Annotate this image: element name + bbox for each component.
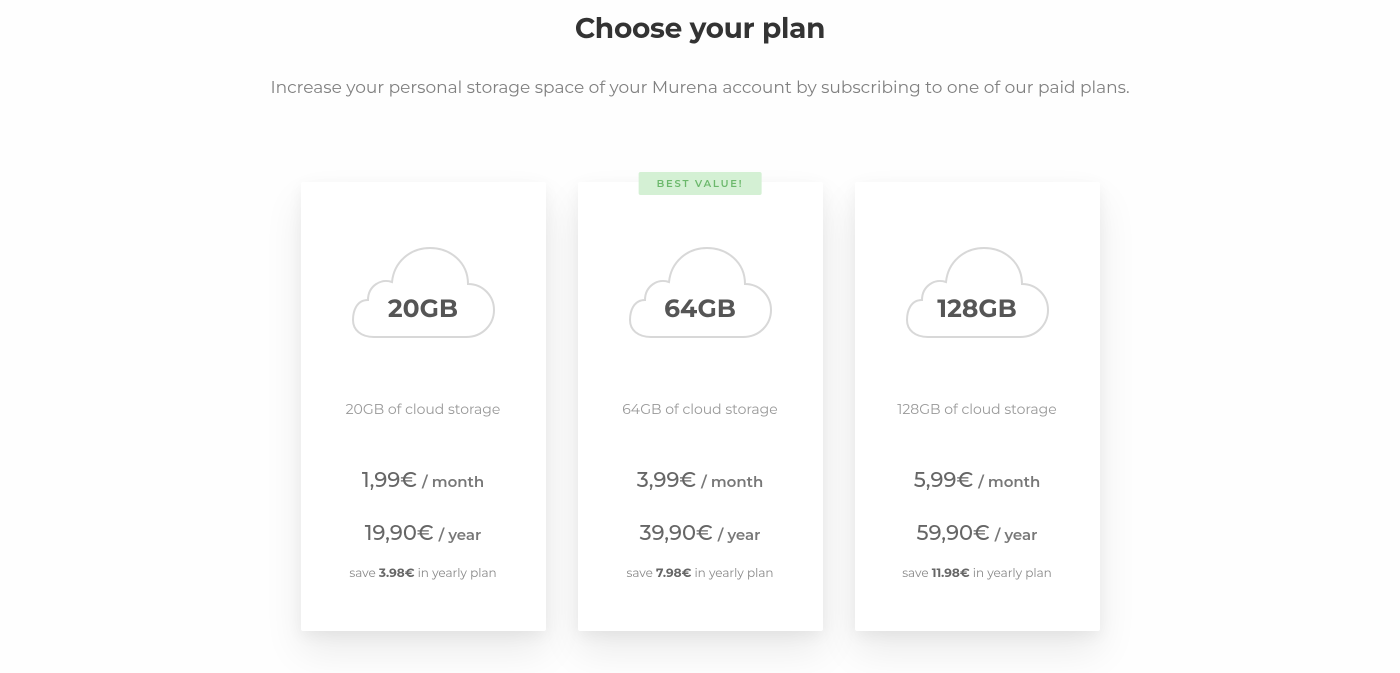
monthly-period: / month <box>701 472 763 491</box>
save-amount: 11.98€ <box>932 566 970 581</box>
yearly-price-row: 39,90€ / year <box>640 521 761 546</box>
best-value-badge: BEST VALUE! <box>639 172 762 195</box>
save-prefix: save <box>626 566 656 581</box>
cloud-icon-wrap: 20GB <box>346 242 501 350</box>
yearly-price: 19,90€ <box>365 521 434 546</box>
monthly-price: 5,99€ <box>914 468 973 493</box>
monthly-period: / month <box>978 472 1040 491</box>
cloud-icon-wrap: 64GB <box>623 242 778 350</box>
monthly-period: / month <box>422 472 484 491</box>
savings-text: save 11.98€ in yearly plan <box>902 566 1052 581</box>
plan-description: 20GB of cloud storage <box>346 400 501 418</box>
plan-description: 128GB of cloud storage <box>897 400 1056 418</box>
monthly-price-row: 1,99€ / month <box>362 468 484 493</box>
save-prefix: save <box>349 566 379 581</box>
page-title: Choose your plan <box>575 12 825 46</box>
save-prefix: save <box>902 566 932 581</box>
save-amount: 7.98€ <box>656 566 691 581</box>
yearly-period: / year <box>995 525 1038 544</box>
plan-card-64gb[interactable]: BEST VALUE! 64GB 64GB of cloud storage 3… <box>578 182 823 631</box>
yearly-price-row: 19,90€ / year <box>365 521 482 546</box>
savings-text: save 3.98€ in yearly plan <box>349 566 496 581</box>
page-subtitle: Increase your personal storage space of … <box>270 78 1129 98</box>
yearly-price-row: 59,90€ / year <box>917 521 1038 546</box>
save-suffix: in yearly plan <box>970 566 1052 581</box>
plan-description: 64GB of cloud storage <box>622 400 777 418</box>
yearly-period: / year <box>718 525 761 544</box>
yearly-price: 39,90€ <box>640 521 713 546</box>
monthly-price: 1,99€ <box>362 468 417 493</box>
pricing-section: Choose your plan Increase your personal … <box>0 0 1400 631</box>
save-amount: 3.98€ <box>379 566 415 581</box>
plan-size: 20GB <box>388 294 458 324</box>
yearly-period: / year <box>439 525 482 544</box>
monthly-price-row: 3,99€ / month <box>637 468 764 493</box>
save-suffix: in yearly plan <box>414 566 496 581</box>
save-suffix: in yearly plan <box>691 566 773 581</box>
savings-text: save 7.98€ in yearly plan <box>626 566 773 581</box>
plan-size: 128GB <box>937 294 1016 324</box>
monthly-price-row: 5,99€ / month <box>914 468 1041 493</box>
yearly-price: 59,90€ <box>917 521 990 546</box>
monthly-price: 3,99€ <box>637 468 696 493</box>
cloud-icon-wrap: 128GB <box>900 242 1055 350</box>
plan-size: 64GB <box>664 294 736 324</box>
plan-card-128gb[interactable]: 128GB 128GB of cloud storage 5,99€ / mon… <box>855 182 1100 631</box>
plans-container: 20GB 20GB of cloud storage 1,99€ / month… <box>301 182 1100 631</box>
plan-card-20gb[interactable]: 20GB 20GB of cloud storage 1,99€ / month… <box>301 182 546 631</box>
